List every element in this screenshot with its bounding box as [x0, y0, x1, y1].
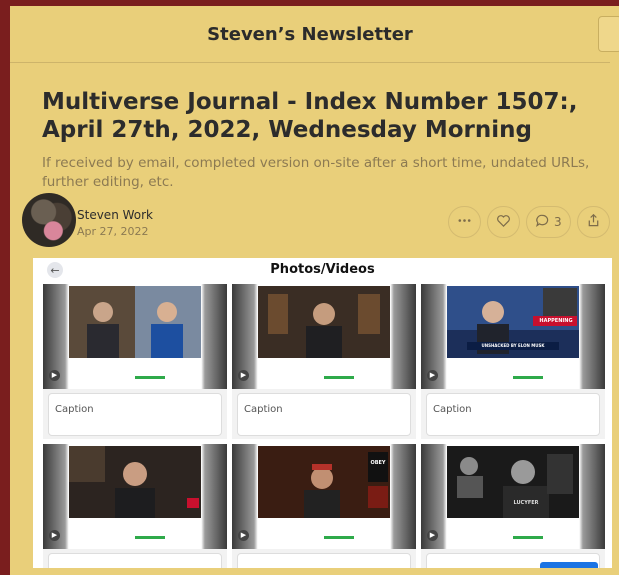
video-frame [447, 446, 579, 518]
like-button[interactable] [487, 206, 520, 238]
media-card[interactable]: ▶ Caption [43, 284, 227, 439]
play-icon[interactable]: ▶ [238, 530, 249, 541]
video-frame [258, 446, 390, 518]
video-thumbnail[interactable]: LUCYFER ▶ [421, 444, 605, 549]
caption-field[interactable]: Caption [48, 393, 222, 436]
progress-bar [324, 376, 354, 379]
play-icon[interactable]: ▶ [49, 530, 60, 541]
video-frame [258, 286, 390, 358]
progress-bar [513, 536, 543, 539]
poster-label: OBEY [370, 460, 386, 466]
media-card[interactable]: ▶ [43, 444, 227, 568]
media-card[interactable]: LUCYFER ▶ [421, 444, 605, 568]
happening-label: HAPPENING [539, 318, 573, 324]
caption-field[interactable]: Caption [426, 393, 600, 436]
caption-field[interactable] [237, 553, 411, 568]
comment-count: 3 [554, 215, 562, 229]
media-card[interactable]: HAPPENING UNSHACKED BY ELON MUSK ▶ Capti… [421, 284, 605, 439]
play-icon[interactable]: ▶ [427, 370, 438, 381]
play-icon[interactable]: ▶ [49, 370, 60, 381]
window-frame-left [0, 0, 10, 575]
screenshot-header: ← Photos/Videos [33, 258, 612, 282]
heart-icon [496, 213, 511, 231]
progress-bar [135, 376, 165, 379]
comment-icon [535, 213, 550, 231]
embedded-screenshot: ← Photos/Videos ▶ Caption ▶ Caption HAPP… [33, 258, 612, 568]
video-thumbnail[interactable]: ▶ [232, 284, 416, 389]
avatar[interactable] [22, 193, 76, 247]
back-arrow-icon[interactable]: ← [47, 262, 63, 278]
media-card[interactable]: ▶ Caption [232, 284, 416, 439]
more-button[interactable] [448, 206, 481, 238]
progress-bar [324, 536, 354, 539]
share-button[interactable] [576, 206, 610, 238]
progress-bar [513, 376, 543, 379]
shirt-text: LUCYFER [513, 500, 539, 506]
newsletter-header: Steven’s Newsletter [10, 6, 619, 63]
media-card[interactable]: OBEY ▶ [232, 444, 416, 568]
progress-bar [135, 536, 165, 539]
news-banner: UNSHACKED BY ELON MUSK [481, 343, 545, 348]
post-subtitle: If received by email, completed version … [42, 155, 590, 190]
share-icon [586, 213, 601, 231]
play-icon[interactable]: ▶ [427, 530, 438, 541]
post-date: Apr 27, 2022 [77, 225, 149, 238]
post-title: Multiverse Journal - Index Number 1507:,… [42, 89, 578, 143]
video-thumbnail[interactable]: ▶ [43, 444, 227, 549]
video-frame [69, 286, 201, 358]
video-thumbnail[interactable]: OBEY ▶ [232, 444, 416, 549]
video-frame [69, 446, 201, 518]
blue-action-button[interactable] [540, 562, 598, 568]
comments-button[interactable]: 3 [526, 206, 571, 238]
screenshot-title: Photos/Videos [270, 262, 375, 277]
post-actions: 3 [448, 206, 610, 238]
video-thumbnail[interactable]: HAPPENING UNSHACKED BY ELON MUSK ▶ [421, 284, 605, 389]
more-icon [457, 213, 472, 231]
caption-field[interactable] [48, 553, 222, 568]
newsletter-title[interactable]: Steven’s Newsletter [207, 24, 413, 45]
play-icon[interactable]: ▶ [238, 370, 249, 381]
caption-field[interactable]: Caption [237, 393, 411, 436]
header-edge-button[interactable] [598, 16, 619, 52]
video-thumbnail[interactable]: ▶ [43, 284, 227, 389]
author-name[interactable]: Steven Work [77, 208, 153, 222]
